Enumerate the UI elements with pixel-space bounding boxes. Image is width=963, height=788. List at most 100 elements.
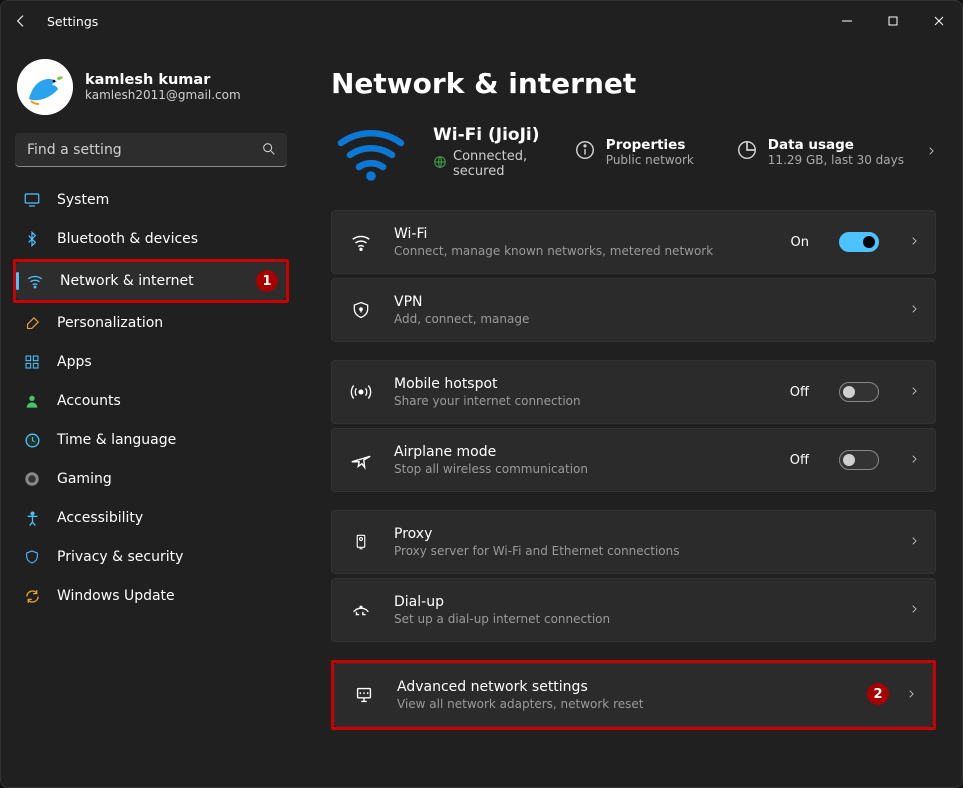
- sidebar-item-time[interactable]: Time & language: [13, 421, 289, 459]
- user-email: kamlesh2011@gmail.com: [85, 88, 241, 102]
- search-input[interactable]: [15, 133, 287, 167]
- user-name: kamlesh kumar: [85, 72, 241, 88]
- clock-icon: [23, 431, 41, 449]
- person-icon: [23, 392, 41, 410]
- system-icon: [23, 191, 41, 209]
- shield-icon: [23, 548, 41, 566]
- sidebar-item-accessibility[interactable]: Accessibility: [13, 499, 289, 537]
- card-hotspot[interactable]: Mobile hotspot Share your internet conne…: [331, 360, 936, 424]
- card-airplane[interactable]: Airplane mode Stop all wireless communic…: [331, 428, 936, 492]
- properties-link[interactable]: Properties Public network: [574, 137, 714, 167]
- properties-sub: Public network: [606, 153, 694, 167]
- sidebar-item-label: Apps: [57, 354, 279, 370]
- sidebar-item-label: Gaming: [57, 471, 279, 487]
- search-icon: [261, 141, 277, 161]
- sidebar-item-label: Privacy & security: [57, 549, 279, 565]
- chevron-right-icon: [909, 301, 919, 320]
- accessibility-icon: [23, 509, 41, 527]
- bluetooth-icon: [23, 230, 41, 248]
- chevron-right-icon: [909, 383, 919, 402]
- card-sub: View all network adapters, network reset: [397, 697, 876, 711]
- user-block[interactable]: kamlesh kumar kamlesh2011@gmail.com: [13, 51, 289, 133]
- card-title: Wi-Fi: [394, 226, 771, 242]
- apps-icon: [23, 353, 41, 371]
- sidebar-item-label: System: [57, 192, 279, 208]
- chevron-right-icon: [909, 601, 919, 620]
- sidebar-item-label: Accessibility: [57, 510, 279, 526]
- sidebar-item-label: Personalization: [57, 315, 279, 331]
- window-title: Settings: [47, 14, 98, 29]
- sidebar-item-accounts[interactable]: Accounts: [13, 382, 289, 420]
- search-box[interactable]: [15, 133, 287, 167]
- sidebar-item-personalization[interactable]: Personalization: [13, 304, 289, 342]
- hotspot-state-label: Off: [790, 385, 809, 400]
- update-icon: [23, 587, 41, 605]
- network-adapter-icon: [351, 684, 377, 706]
- info-icon: [574, 139, 596, 165]
- chevron-right-icon: [906, 686, 916, 705]
- card-title: Mobile hotspot: [394, 376, 770, 392]
- callout-badge-1: 1: [256, 270, 278, 292]
- card-wifi[interactable]: Wi-Fi Connect, manage known networks, me…: [331, 210, 936, 274]
- brush-icon: [23, 314, 41, 332]
- callout-2: Advanced network settings View all netwo…: [331, 660, 936, 730]
- wifi-large-icon: [331, 122, 411, 182]
- connection-name: Wi-Fi (JioJi): [433, 125, 552, 145]
- card-sub: Share your internet connection: [394, 394, 770, 408]
- card-vpn[interactable]: VPN Add, connect, manage: [331, 278, 936, 342]
- minimize-button[interactable]: [824, 5, 870, 37]
- sidebar-item-system[interactable]: System: [13, 181, 289, 219]
- sidebar-item-apps[interactable]: Apps: [13, 343, 289, 381]
- usage-title: Data usage: [768, 137, 904, 153]
- airplane-state-label: Off: [790, 453, 809, 468]
- sidebar: kamlesh kumar kamlesh2011@gmail.com Syst…: [1, 41, 301, 787]
- page-title: Network & internet: [331, 67, 936, 100]
- sidebar-item-label: Bluetooth & devices: [57, 231, 279, 247]
- sidebar-item-label: Network & internet: [60, 273, 276, 289]
- card-sub: Add, connect, manage: [394, 312, 879, 326]
- chart-icon: [736, 139, 758, 165]
- sidebar-item-gaming[interactable]: Gaming: [13, 460, 289, 498]
- globe-icon: [433, 155, 447, 173]
- maximize-button[interactable]: [870, 5, 916, 37]
- card-dialup[interactable]: Dial-up Set up a dial-up internet connec…: [331, 578, 936, 642]
- data-usage-link[interactable]: Data usage 11.29 GB, last 30 days: [736, 137, 904, 167]
- sidebar-item-network[interactable]: Network & internet 1: [16, 262, 286, 300]
- card-sub: Stop all wireless communication: [394, 462, 770, 476]
- card-sub: Set up a dial-up internet connection: [394, 612, 879, 626]
- card-title: Advanced network settings: [397, 679, 876, 695]
- sidebar-item-label: Windows Update: [57, 588, 279, 604]
- sidebar-item-update[interactable]: Windows Update: [13, 577, 289, 615]
- card-sub: Proxy server for Wi-Fi and Ethernet conn…: [394, 544, 879, 558]
- hotspot-toggle[interactable]: [839, 382, 879, 402]
- chevron-right-icon: [909, 451, 919, 470]
- sidebar-item-bluetooth[interactable]: Bluetooth & devices: [13, 220, 289, 258]
- sidebar-nav: System Bluetooth & devices Network & int…: [13, 181, 289, 615]
- shield-icon: [348, 300, 374, 320]
- chevron-right-icon: [909, 233, 919, 252]
- status-row: Wi-Fi (JioJi) Connected, secured Propert…: [331, 122, 936, 182]
- properties-title: Properties: [606, 137, 694, 153]
- avatar: [17, 59, 73, 115]
- close-button[interactable]: [916, 5, 962, 37]
- card-advanced[interactable]: Advanced network settings View all netwo…: [334, 663, 933, 727]
- airplane-toggle[interactable]: [839, 450, 879, 470]
- wifi-icon: [348, 231, 374, 253]
- dialup-icon: [348, 599, 374, 621]
- hotspot-icon: [348, 381, 374, 403]
- wifi-state-label: On: [791, 235, 809, 250]
- sidebar-item-label: Accounts: [57, 393, 279, 409]
- back-button[interactable]: [9, 9, 33, 33]
- proxy-icon: [348, 531, 374, 553]
- titlebar: Settings: [1, 1, 962, 41]
- connection-status: Connected, secured: [453, 149, 552, 179]
- chevron-right-icon[interactable]: [926, 143, 936, 162]
- sidebar-item-label: Time & language: [57, 432, 279, 448]
- wifi-icon: [26, 272, 44, 290]
- card-proxy[interactable]: Proxy Proxy server for Wi-Fi and Etherne…: [331, 510, 936, 574]
- gaming-icon: [23, 470, 41, 488]
- wifi-toggle[interactable]: [839, 232, 879, 252]
- usage-sub: 11.29 GB, last 30 days: [768, 153, 904, 167]
- sidebar-item-privacy[interactable]: Privacy & security: [13, 538, 289, 576]
- card-title: Dial-up: [394, 594, 879, 610]
